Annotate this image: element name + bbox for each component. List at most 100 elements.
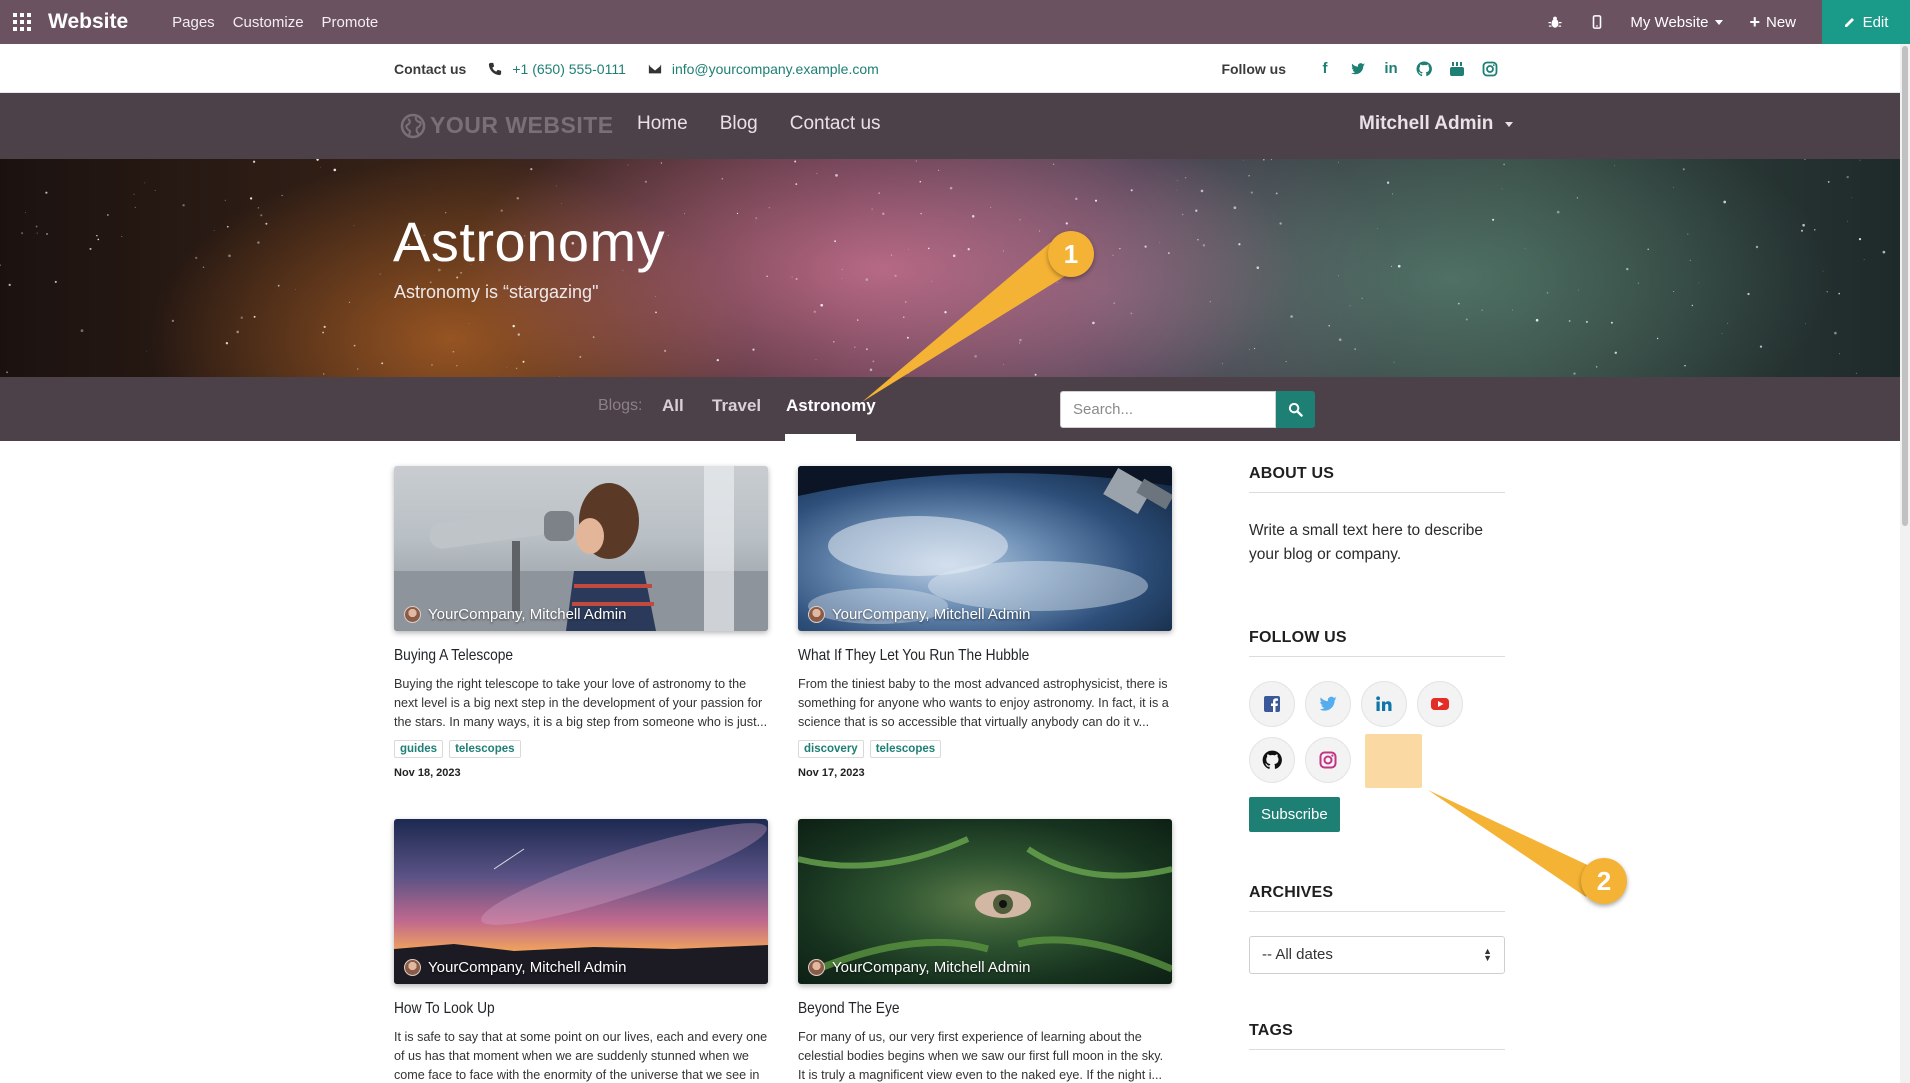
post-cover-image[interactable]: YourCompany, Mitchell Admin [394,819,768,984]
user-name: Mitchell Admin [1359,113,1494,134]
post-author: YourCompany, Mitchell Admin [404,606,626,623]
linkedin-button[interactable] [1361,681,1407,727]
github-button[interactable] [1249,737,1295,783]
site-logo[interactable]: YOUR WEBSITE [400,112,614,139]
tab-travel[interactable]: Travel [712,396,761,416]
archives-selected-value: -- All dates [1262,946,1333,963]
post-excerpt: For many of us, our very first experienc… [798,1030,1164,1082]
contact-bar: Contact us +1 (650) 555-0111 info@yourco… [0,44,1900,93]
facebook-button[interactable] [1249,681,1295,727]
contact-label: Contact us [394,60,467,77]
post-title[interactable]: How To Look Up [394,1000,716,1018]
author-avatar [808,959,825,976]
about-us-text: Write a small text here to describe your… [1249,522,1484,563]
post-cover-image[interactable]: YourCompany, Mitchell Admin [798,819,1172,984]
pencil-icon [1844,18,1854,27]
author-name: YourCompany, Mitchell Admin [832,959,1031,976]
post-author: YourCompany, Mitchell Admin [808,606,1030,623]
nav-contact-us[interactable]: Contact us [790,113,881,135]
new-button[interactable]: + New [1749,12,1796,33]
twitter-icon[interactable] [1350,61,1366,77]
email-address: info@yourcompany.example.com [671,60,879,77]
follow-us-links: Follow us f in [1221,60,1498,77]
instagram-button[interactable] [1305,737,1351,783]
tab-astronomy[interactable]: Astronomy [786,396,876,416]
nav-home[interactable]: Home [637,113,688,135]
active-tab-indicator [785,434,856,441]
nav-blog[interactable]: Blog [720,113,758,135]
menu-promote[interactable]: Promote [322,14,379,31]
blogs-label: Blogs: [598,397,643,414]
youtube-icon [1431,698,1449,710]
logo-text: YOUR WEBSITE [430,112,614,138]
tag-badge[interactable]: guides [394,740,444,758]
facebook-icon[interactable]: f [1317,60,1333,77]
debug-bug-icon[interactable] [1534,0,1576,44]
linkedin-icon [1376,696,1392,711]
post-cover-image[interactable]: YourCompany, Mitchell Admin [798,466,1172,631]
follow-us-title: FOLLOW US [1249,629,1505,657]
author-avatar [808,606,825,623]
github-icon[interactable] [1416,60,1432,77]
highlight-box [1365,734,1422,788]
tag-badge[interactable]: discovery [798,740,864,758]
user-menu-dropdown[interactable]: Mitchell Admin [1359,113,1514,135]
post-date: Nov 17, 2023 [798,767,865,779]
blog-subtitle: Astronomy is “stargazing" [394,282,599,302]
mobile-preview-icon[interactable] [1576,0,1618,44]
apps-menu-icon[interactable] [0,0,44,44]
subscribe-button[interactable]: Subscribe [1249,797,1340,832]
my-website-label: My Website [1630,13,1709,31]
twitter-button[interactable] [1305,681,1351,727]
select-updown-icon: ▲ ▼ [1483,946,1492,963]
linkedin-icon[interactable]: in [1383,60,1399,77]
menu-pages[interactable]: Pages [172,14,215,31]
search-input[interactable]: Search... [1060,391,1276,428]
search-button[interactable] [1276,391,1315,428]
my-website-dropdown[interactable]: My Website [1630,13,1724,31]
github-icon [1262,750,1282,769]
phone-icon [489,62,502,75]
post-author: YourCompany, Mitchell Admin [808,959,1030,976]
globe-icon [400,113,426,138]
author-name: YourCompany, Mitchell Admin [832,606,1031,623]
instagram-icon[interactable] [1482,61,1498,77]
post-excerpt: It is safe to say that at some point on … [394,1030,768,1082]
tag-badge[interactable]: telescopes [449,740,521,758]
post-card[interactable]: YourCompany, Mitchell Admin What If They… [798,466,1172,779]
edit-button[interactable]: Edit [1822,0,1910,44]
email-link[interactable]: info@yourcompany.example.com [648,61,879,77]
blog-filter-bar: Blogs: All Travel Astronomy Search... [0,377,1900,441]
edit-label: Edit [1862,13,1889,31]
post-excerpt: Buying the right telescope to take your … [394,677,768,729]
author-name: YourCompany, Mitchell Admin [428,959,627,976]
archives-date-select[interactable]: -- All dates ▲ ▼ [1249,936,1505,974]
callout-badge-2: 2 [1581,858,1627,904]
instagram-icon [1319,751,1337,769]
post-card[interactable]: YourCompany, Mitchell Admin Beyond The E… [798,819,1172,1083]
youtube-button[interactable] [1417,681,1463,727]
post-date: Nov 18, 2023 [394,767,461,779]
phone-link[interactable]: +1 (650) 555-0111 [488,61,626,77]
blog-title: Astronomy [393,210,666,273]
post-card[interactable]: YourCompany, Mitchell Admin Buying A Tel… [394,466,768,779]
tab-all[interactable]: All [662,396,684,416]
archives-section: ARCHIVES -- All dates ▲ ▼ [1249,884,1505,974]
scrollbar-thumb[interactable] [1902,46,1908,526]
post-author: YourCompany, Mitchell Admin [404,959,626,976]
post-title[interactable]: What If They Let You Run The Hubble [798,647,1120,665]
post-tags: discovery telescopes [798,740,1172,758]
youtube-icon[interactable] [1449,61,1465,77]
blog-cover: Astronomy Astronomy is “stargazing" [0,159,1900,377]
post-card[interactable]: YourCompany, Mitchell Admin How To Look … [394,819,768,1083]
tag-badge[interactable]: telescopes [869,740,942,758]
archives-title: ARCHIVES [1249,884,1505,912]
post-title[interactable]: Beyond The Eye [798,1000,1120,1018]
chevron-down-icon [1715,19,1724,25]
post-title[interactable]: Buying A Telescope [394,647,716,665]
facebook-icon [1264,696,1280,712]
admin-navbar: Website Pages Customize Promote My Websi… [0,0,1910,44]
post-cover-image[interactable]: YourCompany, Mitchell Admin [394,466,768,631]
menu-customize[interactable]: Customize [233,14,304,31]
app-brand[interactable]: Website [48,10,128,34]
